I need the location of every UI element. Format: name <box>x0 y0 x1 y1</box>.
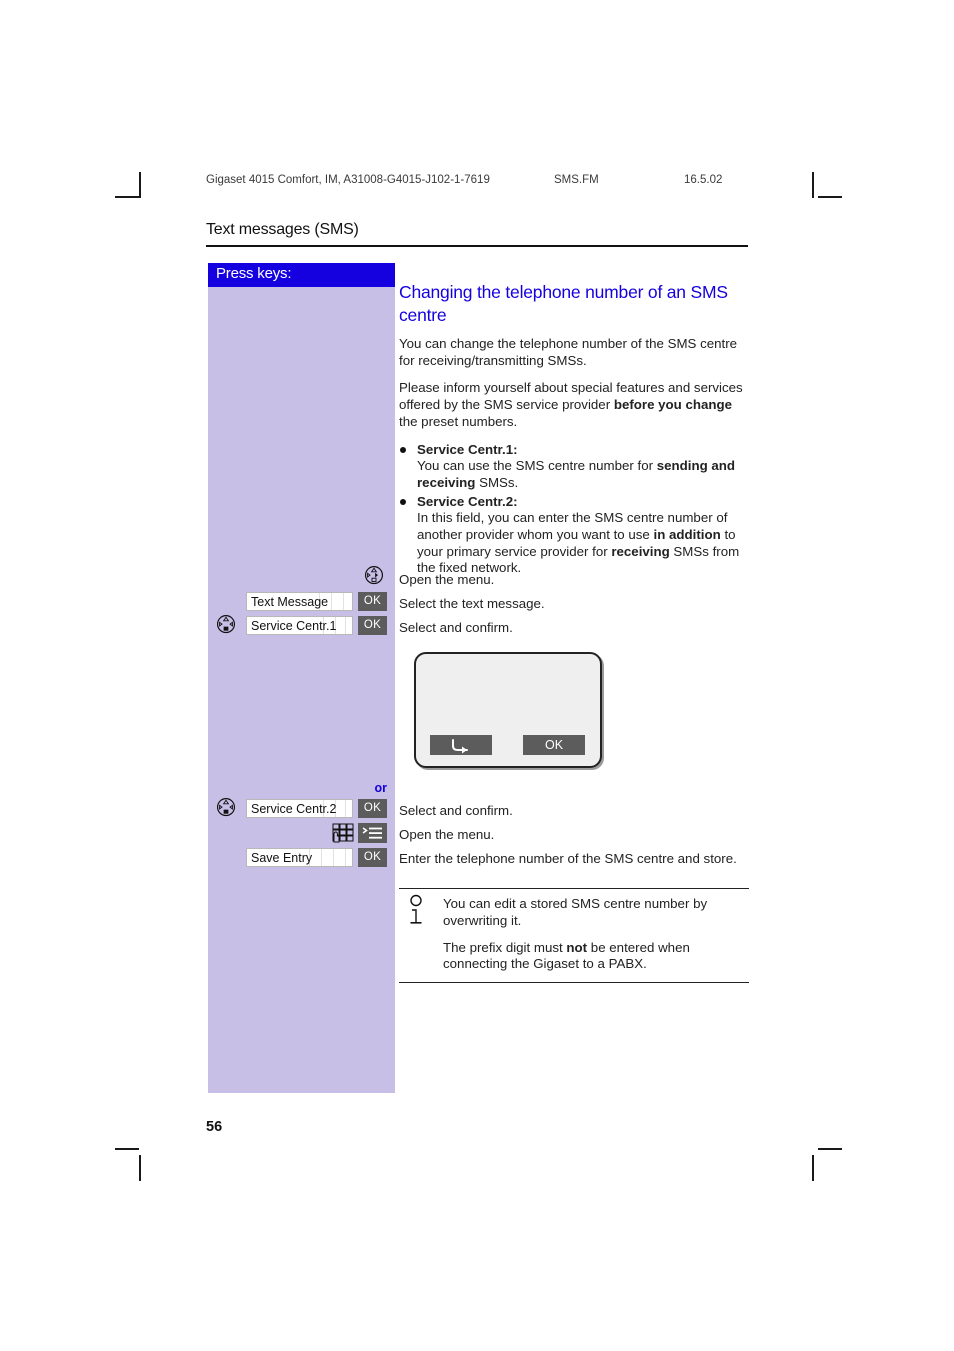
lcd-field-text-message[interactable]: Text Message <box>246 592 353 611</box>
note-paragraph-2-part-1: The prefix digit must <box>443 939 567 955</box>
note-paragraph-1: You can edit a stored SMS centre number … <box>443 896 708 928</box>
key-row-open-menu-keypad <box>208 823 395 845</box>
bullet-title: Service Centr.2: <box>417 493 518 509</box>
step-description-select-confirm-2: Select and confirm. <box>399 803 513 818</box>
press-keys-panel: Press keys: Text Message OK Service Cent… <box>208 263 395 1093</box>
intro-paragraph-2-part-2: the preset numbers. <box>399 413 518 429</box>
list-item: Service Centr.2: In this field, you can … <box>399 494 751 578</box>
bullet-text-part-1: You can use the SMS centre number for <box>417 458 657 474</box>
lcd-field-label: Service Centr.2 <box>251 802 337 816</box>
note-paragraph-2-emphasis: not <box>566 939 588 955</box>
navigation-key-icon[interactable] <box>362 565 386 587</box>
lcd-field-label: Save Entry <box>251 851 313 865</box>
bullet-text-part-2: SMSs. <box>475 474 519 490</box>
key-row-text-message: Text Message OK <box>208 592 395 612</box>
display-softkey-bar: OK <box>416 735 600 755</box>
step-description-enter-number: Enter the telephone number of the SMS ce… <box>399 851 737 866</box>
lcd-field-label: Service Centr.1 <box>251 619 337 633</box>
note-rule-bottom <box>399 982 749 984</box>
note-body: You can edit a stored SMS centre number … <box>399 889 749 982</box>
crop-mark-bottom-right-vertical <box>812 1155 814 1181</box>
crop-mark-bottom-left-vertical <box>139 1155 141 1181</box>
step-description-select-confirm-1: Select and confirm. <box>399 620 513 635</box>
bullet-title: Service Centr.1: <box>417 441 518 457</box>
lcd-field-service-centre-1[interactable]: Service Centr.1 <box>246 616 353 635</box>
step-description-open-menu: Open the menu. <box>399 572 495 587</box>
back-arrow-icon <box>452 739 468 754</box>
bullet-dot-icon <box>400 498 406 505</box>
header-document-id: Gigaset 4015 Comfort, IM, A31008-G4015-J… <box>206 174 490 186</box>
chapter-title-rule <box>206 245 748 247</box>
navigation-key-icon[interactable] <box>214 797 238 819</box>
chapter-title: Text messages (SMS) <box>206 221 359 238</box>
ok-key[interactable]: OK <box>358 592 387 611</box>
press-keys-label: Press keys: <box>216 265 292 282</box>
crop-mark-top-right-horizontal <box>818 196 842 198</box>
list-item: Service Centr.1: You can use the SMS cen… <box>399 442 751 492</box>
crop-mark-top-left-horizontal <box>115 196 139 198</box>
intro-paragraph-1: You can change the telephone number of t… <box>399 336 738 368</box>
bullet-text-emphasis-2: receiving <box>611 543 670 559</box>
running-header: Gigaset 4015 Comfort, IM, A31008-G4015-J… <box>206 174 754 192</box>
service-centre-bullet-list: Service Centr.1: You can use the SMS cen… <box>399 442 751 578</box>
ok-softkey[interactable]: OK <box>523 735 585 755</box>
back-softkey[interactable] <box>430 735 492 755</box>
ok-key[interactable]: OK <box>358 848 387 867</box>
navigation-key-icon[interactable] <box>214 614 238 636</box>
crop-mark-bottom-right-horizontal <box>818 1148 842 1150</box>
bullet-dot-icon <box>400 446 406 453</box>
or-label: or <box>374 781 388 795</box>
keypad-icon[interactable] <box>330 823 356 844</box>
intro-paragraph-2-emphasis: before you change <box>613 397 733 413</box>
content-column: Changing the telephone number of an SMS … <box>399 281 751 579</box>
menu-key[interactable] <box>358 823 387 843</box>
press-keys-panel-header: Press keys: <box>208 263 395 287</box>
info-icon <box>403 894 429 926</box>
bullet-text-emphasis: in addition <box>653 527 721 543</box>
note-paragraph-2: The prefix digit must not be entered whe… <box>443 940 749 973</box>
lcd-field-label: Text Message <box>251 595 329 609</box>
handset-display-illustration: OK <box>414 652 602 768</box>
step-description-open-menu-2: Open the menu. <box>399 827 495 842</box>
crop-mark-top-left-vertical <box>139 172 141 198</box>
lcd-field-service-centre-2[interactable]: Service Centr.2 <box>246 799 353 818</box>
step-description-select-message: Select the text message. <box>399 596 545 611</box>
ok-key[interactable]: OK <box>358 799 387 818</box>
note-box: You can edit a stored SMS centre number … <box>399 888 749 984</box>
header-date: 16.5.02 <box>684 174 723 186</box>
lcd-field-save-entry[interactable]: Save Entry <box>246 848 353 867</box>
section-heading: Changing the telephone number of an SMS … <box>399 282 728 325</box>
key-row-service-centre-1: Service Centr.1 OK <box>208 614 395 636</box>
key-row-service-centre-2: Service Centr.2 OK <box>208 797 395 819</box>
header-file-name: SMS.FM <box>554 174 599 186</box>
crop-mark-top-right-vertical <box>812 172 814 198</box>
key-row-save-entry: Save Entry OK <box>208 848 395 868</box>
page-number: 56 <box>206 1119 223 1135</box>
crop-mark-bottom-left-horizontal <box>115 1148 139 1150</box>
ok-key[interactable]: OK <box>358 616 387 635</box>
intro-paragraph-2: Please inform yourself about special fea… <box>399 380 751 430</box>
key-row-open-menu <box>208 565 395 587</box>
